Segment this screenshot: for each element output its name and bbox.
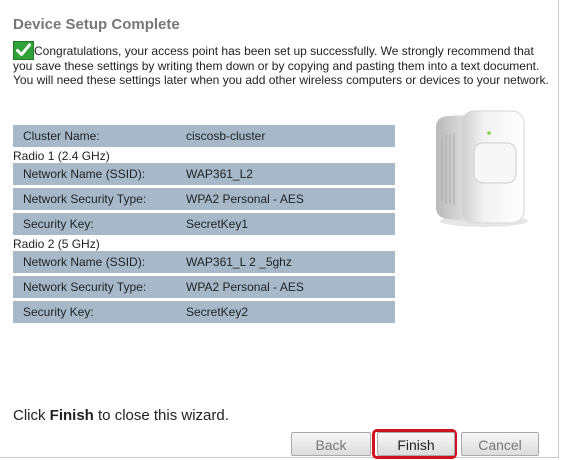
success-message: Congratulations, your access point has b… — [13, 44, 549, 87]
security-key-value: SecretKey1 — [186, 217, 249, 231]
finish-button[interactable]: Finish — [377, 432, 455, 456]
cluster-name-value: ciscosb-cluster — [186, 129, 266, 143]
cancel-button[interactable]: Cancel — [461, 432, 539, 456]
ssid-label: Network Name (SSID): — [23, 167, 146, 181]
security-key-label: Security Key: — [23, 305, 94, 319]
radio2-heading: Radio 2 (5 GHz) — [13, 237, 100, 251]
ssid-value: WAP361_L 2 _5ghz — [186, 255, 292, 269]
finish-instruction: Click Finish to close this wizard. — [13, 407, 229, 424]
radio2-ssid-row: Network Name (SSID): WAP361_L 2 _5ghz — [13, 251, 395, 273]
security-key-label: Security Key: — [23, 217, 94, 231]
security-type-value: WPA2 Personal - AES — [186, 192, 304, 206]
radio1-ssid-row: Network Name (SSID): WAP361_L2 — [13, 163, 395, 185]
cluster-name-row: Cluster Name: ciscosb-cluster — [13, 125, 395, 147]
back-button[interactable]: Back — [291, 432, 371, 456]
cluster-name-label: Cluster Name: — [23, 129, 100, 143]
finish-emphasis: Finish — [49, 407, 94, 424]
radio1-security-key-row: Security Key: SecretKey1 — [13, 213, 395, 235]
security-key-value: SecretKey2 — [186, 305, 249, 319]
ssid-label: Network Name (SSID): — [23, 255, 146, 269]
wizard-panel: Device Setup Complete Congratulations, y… — [0, 0, 559, 459]
security-type-value: WPA2 Personal - AES — [186, 280, 304, 294]
settings-summary: Cluster Name: ciscosb-cluster Radio 1 (2… — [13, 125, 395, 326]
ssid-value: WAP361_L2 — [186, 167, 253, 181]
page-title: Device Setup Complete — [13, 16, 180, 33]
security-type-label: Network Security Type: — [23, 280, 147, 294]
radio1-heading: Radio 1 (2.4 GHz) — [13, 149, 110, 163]
radio1-security-type-row: Network Security Type: WPA2 Personal - A… — [13, 188, 395, 210]
radio2-security-key-row: Security Key: SecretKey2 — [13, 301, 395, 323]
security-type-label: Network Security Type: — [23, 192, 147, 206]
radio2-security-type-row: Network Security Type: WPA2 Personal - A… — [13, 276, 395, 298]
access-point-image — [422, 103, 532, 231]
